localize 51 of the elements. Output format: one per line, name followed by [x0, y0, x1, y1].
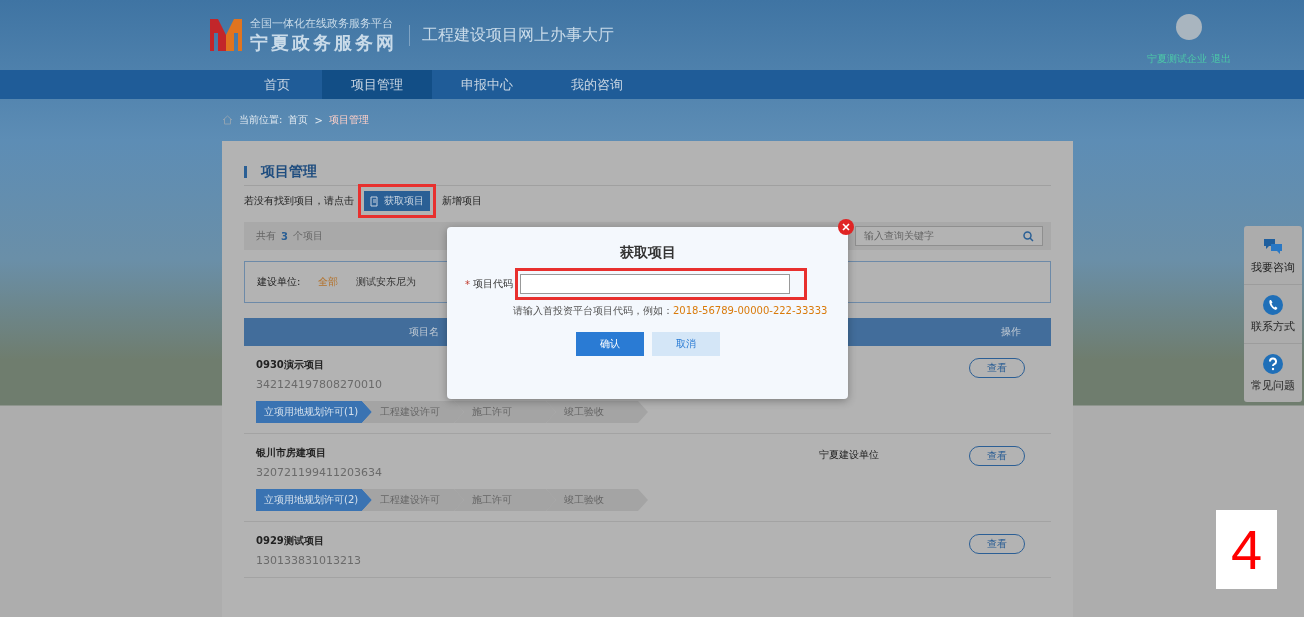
confirm-button[interactable]: 确认	[575, 332, 644, 356]
side-tool[interactable]: 我要咨询	[1244, 226, 1302, 285]
search-field[interactable]: 输入查询关键字	[855, 226, 1043, 246]
nav-tab[interactable]: 我的咨询	[542, 70, 652, 99]
platform-name: 全国一体化在线政务服务平台	[250, 15, 394, 31]
help-icon	[1263, 353, 1283, 374]
title-marker	[244, 166, 247, 178]
search-icon[interactable]	[1023, 230, 1034, 242]
project-code-input[interactable]	[520, 274, 790, 294]
progress-step: 立项用地规划许可(2)	[256, 489, 372, 511]
field-label: 项目代码	[473, 277, 513, 291]
filter-option[interactable]: 测试安东尼为	[356, 275, 417, 289]
phone-icon	[1263, 294, 1283, 315]
project-count: 3	[281, 230, 288, 242]
project-name: 0930演示项目	[256, 358, 325, 372]
summary-label: 共有	[256, 229, 276, 243]
dialog-title: 获取项目	[619, 244, 676, 262]
close-icon[interactable]	[838, 219, 854, 235]
home-icon	[222, 115, 233, 125]
project-code: 320721199411203634	[256, 466, 383, 479]
breadcrumb-label: 当前位置:	[239, 113, 283, 127]
nav-tab[interactable]: 申报中心	[432, 70, 542, 99]
breadcrumb-separator: >	[314, 114, 323, 126]
column-header: 操作	[1000, 325, 1022, 339]
get-project-button[interactable]: 获取项目	[364, 191, 430, 211]
progress-step: 立项用地规划许可(1)	[256, 401, 372, 423]
project-code: 342124197808270010	[256, 378, 383, 391]
document-icon	[370, 195, 380, 207]
filter-label: 建设单位:	[257, 275, 301, 289]
step-number: 4	[1216, 510, 1277, 589]
notice-text: 若没有找到项目，请点击	[244, 194, 354, 208]
project-code: 130133831013213	[256, 554, 362, 567]
breadcrumb-link[interactable]: 首页	[288, 113, 309, 127]
nav-tab[interactable]: 首页	[232, 70, 322, 99]
construction-unit: 宁夏建设单位	[819, 448, 880, 462]
notice-text: 新增项目	[442, 194, 482, 208]
side-tool[interactable]: 常见问题	[1244, 344, 1302, 402]
avatar[interactable]	[1176, 14, 1202, 40]
breadcrumb-current: 项目管理	[328, 113, 369, 127]
cancel-button[interactable]: 取消	[651, 332, 720, 356]
column-header: 项目名	[408, 325, 440, 339]
hint-text: 请输入首投资平台项目代码，例如：2018-56789-00000-222-33333	[513, 304, 828, 318]
nav-tab[interactable]: 项目管理	[322, 70, 432, 99]
portal-title: 工程建设项目网上办事大厅	[409, 24, 614, 46]
required-mark: *	[465, 278, 470, 290]
project-name: 银川市房建项目	[256, 446, 327, 460]
section-title: 项目管理	[261, 163, 317, 181]
project-name: 0929测试项目	[256, 534, 325, 548]
site-name: 宁夏政务服务网	[250, 30, 397, 55]
user-name: 宁夏测试企业	[1147, 52, 1207, 66]
side-tool[interactable]: 联系方式	[1244, 285, 1302, 344]
